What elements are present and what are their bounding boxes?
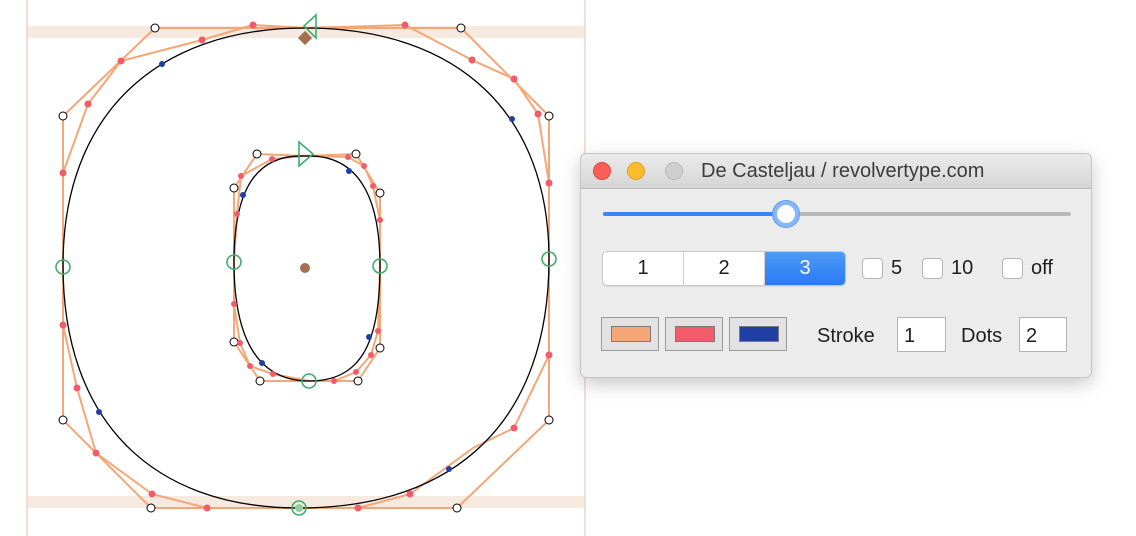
subdivision-dot	[238, 173, 244, 179]
subdivision-dot	[375, 328, 381, 334]
center-anchor[interactable]	[300, 263, 310, 273]
point-color-well[interactable]	[729, 317, 787, 351]
dots-label: Dots	[961, 325, 1003, 347]
handle-point[interactable]	[150, 23, 160, 33]
subdivision-dot	[59, 169, 67, 177]
handle-point[interactable]	[229, 337, 239, 347]
window-title: De Casteljau / revolvertype.com	[701, 160, 985, 182]
handle-point[interactable]	[544, 415, 554, 425]
checkbox-10-box[interactable]	[922, 258, 943, 279]
subdivision-dot	[401, 21, 409, 29]
subdivision-dot	[354, 504, 362, 512]
subdivision-dot	[148, 490, 156, 498]
handle-point[interactable]	[544, 111, 554, 121]
iteration-segmented-control[interactable]: 1 2 3	[602, 251, 846, 286]
stroke-color-swatch	[611, 326, 651, 342]
subdivision-dot	[59, 321, 67, 329]
close-window-button[interactable]	[593, 162, 611, 180]
anchors[interactable]	[295, 30, 313, 512]
handle-point[interactable]	[351, 149, 361, 159]
curve-point	[159, 61, 165, 67]
handle-point[interactable]	[146, 503, 156, 513]
checkbox-off-label: off	[1031, 257, 1053, 279]
subdivision-dot	[353, 369, 359, 375]
start-point-arrow[interactable]	[298, 140, 315, 168]
checkbox-off[interactable]: off	[1002, 257, 1053, 280]
segment-1[interactable]: 1	[603, 252, 684, 285]
subdivision-dot	[545, 351, 553, 359]
dot-color-swatch	[675, 326, 715, 342]
subdivision-dot	[198, 36, 206, 44]
handle-point[interactable]	[58, 111, 68, 121]
subdivision-dot	[231, 301, 237, 307]
handle-point[interactable]	[456, 23, 466, 33]
curve-point	[96, 409, 102, 415]
de-casteljau-panel: De Casteljau / revolvertype.com 1 2 3 5 …	[580, 153, 1092, 378]
stroke-color-well[interactable]	[601, 317, 659, 351]
subdivision-dot	[117, 57, 125, 65]
subdivision-dot	[534, 110, 542, 118]
minimize-window-button[interactable]	[627, 162, 645, 180]
subdivision-dot	[73, 384, 81, 392]
curve-point	[240, 192, 246, 198]
checkbox-10[interactable]: 10	[922, 257, 973, 280]
baseline-anchor-fill	[295, 504, 303, 512]
subdivision-slider[interactable]	[603, 201, 1071, 227]
handle-point[interactable]	[375, 188, 385, 198]
stroke-label: Stroke	[817, 325, 875, 347]
dot-color-well[interactable]	[665, 317, 723, 351]
subdivision-dot	[361, 163, 367, 169]
handle-point[interactable]	[255, 376, 265, 386]
slider-track-fill	[603, 212, 786, 216]
checkbox-10-label: 10	[951, 257, 974, 279]
segment-2[interactable]: 2	[684, 252, 765, 285]
subdivision-dot	[331, 378, 337, 384]
curve-point	[346, 168, 352, 174]
subdivision-dot	[270, 371, 276, 377]
curve-point	[259, 360, 265, 366]
subdivision-dot	[234, 211, 240, 217]
subdivision-dot	[92, 449, 100, 457]
checkbox-5-box[interactable]	[862, 258, 883, 279]
subdivision-dot	[370, 183, 376, 189]
handle-point[interactable]	[353, 376, 363, 386]
subdivision-dot	[84, 100, 92, 108]
checkbox-5-label: 5	[891, 257, 903, 279]
subdivision-dot	[377, 217, 383, 223]
slider-knob[interactable]	[772, 201, 799, 227]
curve-point	[509, 116, 515, 122]
subdivision-dot	[510, 424, 518, 432]
subdivision-dot	[406, 490, 414, 498]
subdivision-dot	[468, 56, 476, 64]
curve-point	[366, 334, 372, 340]
handle-point[interactable]	[375, 343, 385, 353]
subdivision-dot	[345, 154, 351, 160]
checkbox-off-box[interactable]	[1002, 258, 1023, 279]
checkbox-5[interactable]: 5	[862, 257, 902, 280]
handle-point[interactable]	[452, 503, 462, 513]
segment-3[interactable]: 3	[765, 252, 845, 285]
subdivision-dot	[545, 179, 553, 187]
subdivision-dot	[203, 504, 211, 512]
dots-field[interactable]: 2	[1019, 317, 1067, 352]
subdivision-dot	[269, 156, 275, 162]
handle-point[interactable]	[229, 183, 239, 193]
stroke-field[interactable]: 1	[897, 317, 946, 352]
handle-point[interactable]	[58, 415, 68, 425]
subdivision-dot	[237, 340, 243, 346]
subdivision-dot	[249, 21, 257, 29]
curve-point	[446, 466, 452, 472]
subdivision-dot	[510, 75, 518, 83]
subdivision-dot	[247, 363, 253, 369]
window-titlebar[interactable]: De Casteljau / revolvertype.com	[581, 154, 1091, 189]
handle-point[interactable]	[252, 149, 262, 159]
point-color-swatch	[739, 326, 779, 342]
zoom-window-button[interactable]	[665, 162, 683, 180]
subdivision-dot	[368, 352, 374, 358]
